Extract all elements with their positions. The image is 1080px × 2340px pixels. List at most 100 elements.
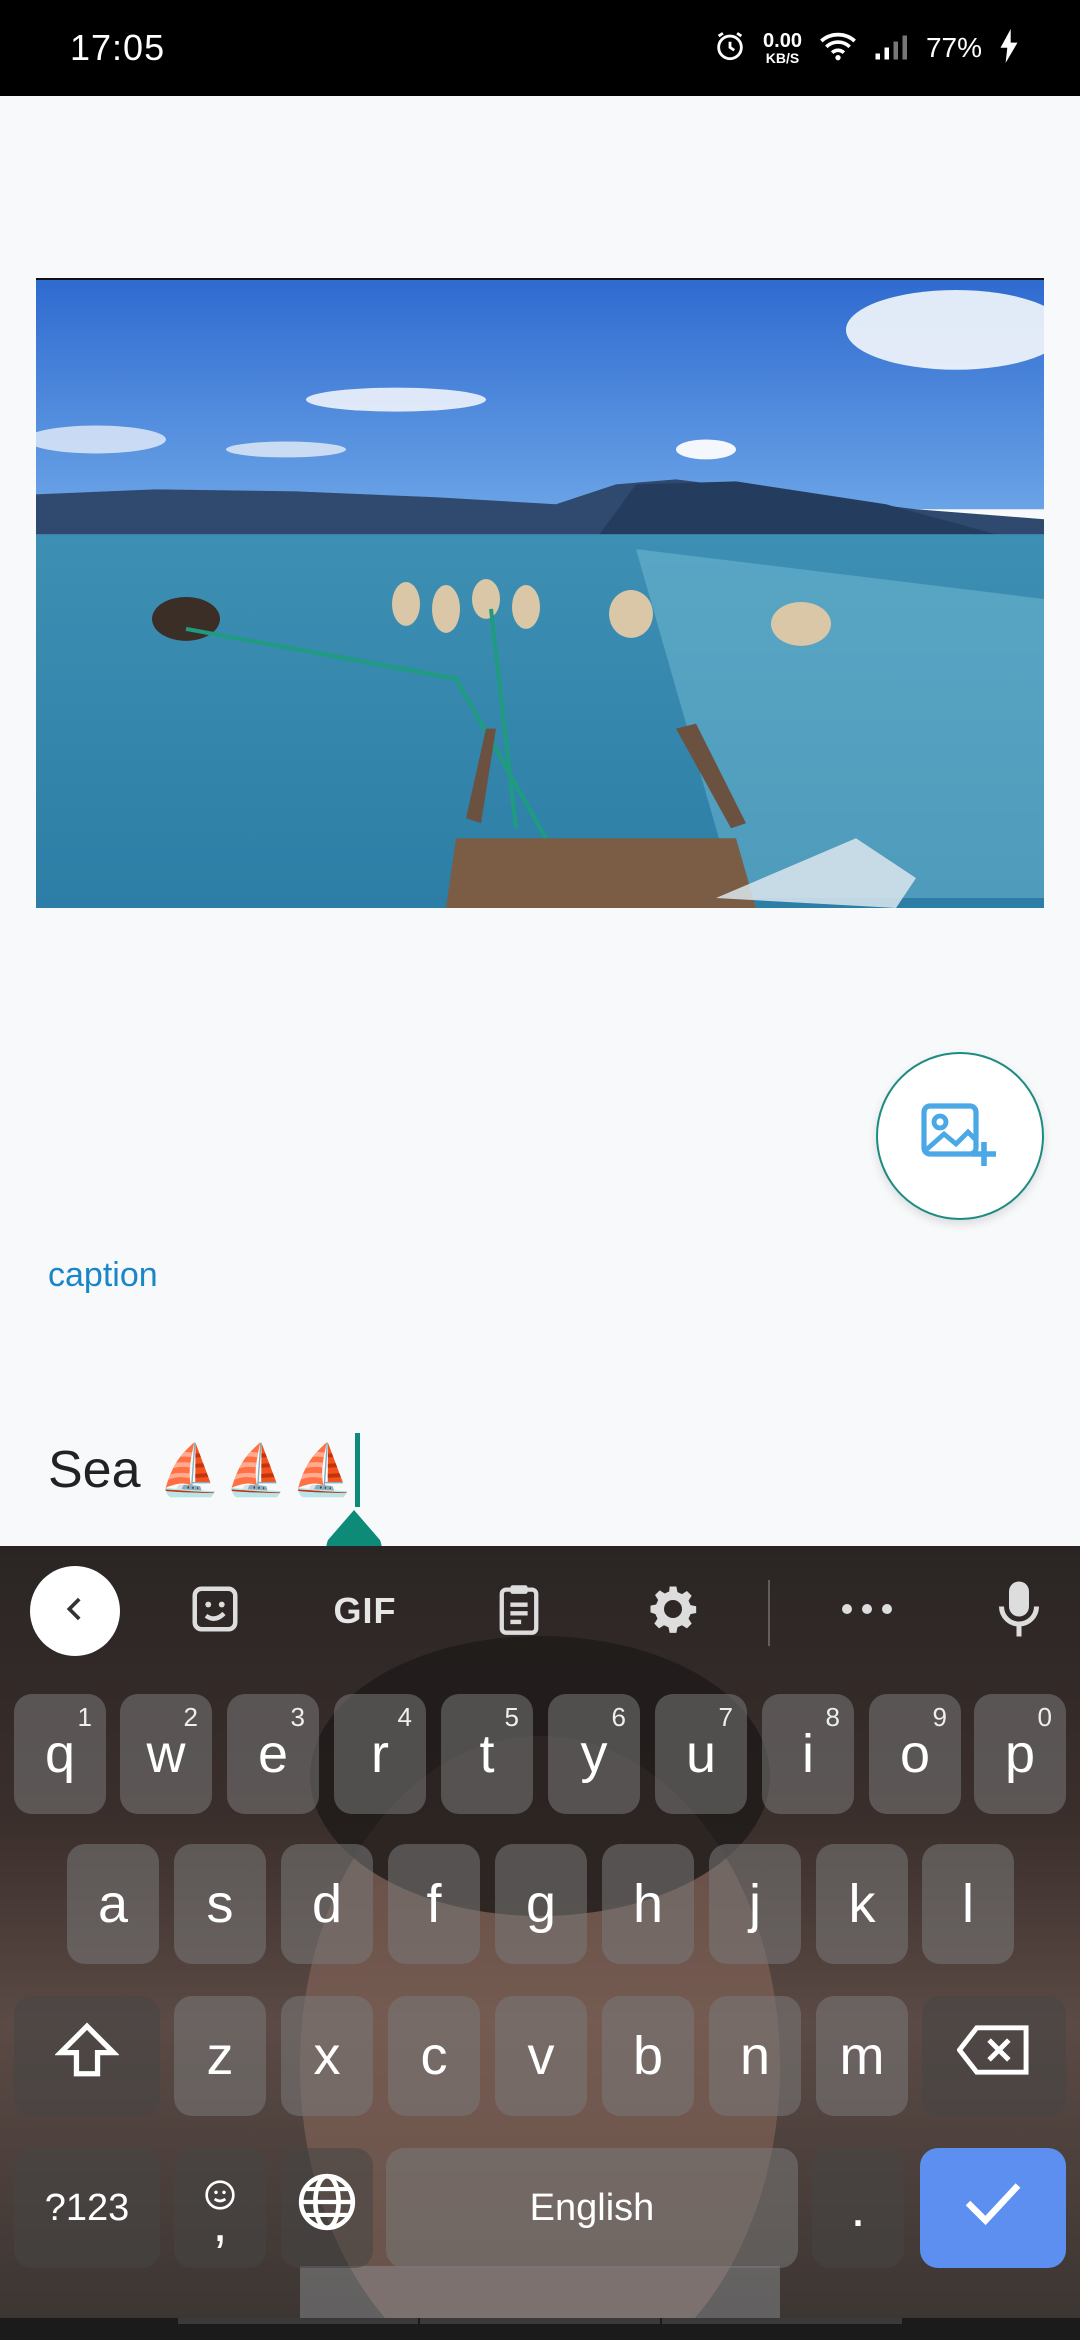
key-w[interactable]: w2 — [120, 1694, 212, 1814]
key-l[interactable]: l — [922, 1844, 1014, 1964]
key-a[interactable]: a — [67, 1844, 159, 1964]
key-hint: 9 — [932, 1702, 947, 1732]
key-s[interactable]: s — [174, 1844, 266, 1964]
alarm-icon — [713, 29, 747, 68]
add-photo-button[interactable] — [876, 1052, 1044, 1220]
key-label: r — [371, 1724, 389, 1784]
shift-icon — [54, 2021, 120, 2092]
key-label: b — [632, 2026, 664, 2086]
key-c[interactable]: c — [388, 1996, 480, 2116]
key-hint: 2 — [183, 1702, 198, 1732]
backspace-icon — [956, 2024, 1031, 2088]
mic-icon — [999, 1579, 1039, 1644]
space-label: English — [529, 2186, 655, 2229]
key-hint: 0 — [1037, 1702, 1052, 1732]
caption-field[interactable]: Sea ⛵ ⛵ ⛵ — [48, 1430, 361, 1510]
back-button[interactable] — [30, 1566, 120, 1656]
key-o[interactable]: o9 — [869, 1694, 961, 1814]
sailboat-emoji: ⛵ — [291, 1441, 354, 1498]
key-label: e — [257, 1724, 289, 1784]
key-x[interactable]: x — [281, 1996, 373, 2116]
key-hint: 1 — [77, 1702, 92, 1732]
key-label: g — [525, 1874, 557, 1934]
key-i[interactable]: i8 — [762, 1694, 854, 1814]
navigation-bar — [0, 2318, 1080, 2340]
key-k[interactable]: k — [816, 1844, 908, 1964]
status-time: 17:05 — [70, 27, 166, 68]
toolbar-divider — [768, 1580, 770, 1646]
caption-text: Sea — [48, 1441, 141, 1499]
key-label: j — [749, 1874, 761, 1934]
net-speed: 0.00 KB/S — [763, 31, 802, 65]
key-r[interactable]: r4 — [334, 1694, 426, 1814]
net-speed-value: 0.00 — [763, 30, 802, 52]
key-label: f — [426, 1874, 442, 1934]
text-cursor — [355, 1433, 361, 1507]
key-label: u — [685, 1724, 717, 1784]
symbols-label: ?123 — [44, 2186, 130, 2229]
period-key[interactable]: . — [812, 2148, 904, 2268]
enter-key[interactable] — [920, 2148, 1066, 2268]
key-label: d — [311, 1874, 343, 1934]
key-p[interactable]: p0 — [974, 1694, 1066, 1814]
settings-button[interactable] — [628, 1566, 718, 1656]
sticker-icon — [188, 1582, 242, 1641]
key-label: y — [580, 1724, 608, 1784]
shift-key[interactable] — [14, 1996, 160, 2116]
back-icon — [58, 1592, 92, 1631]
key-hint: 6 — [611, 1702, 626, 1732]
key-label: v — [527, 2026, 555, 2086]
key-h[interactable]: h — [602, 1844, 694, 1964]
key-n[interactable]: n — [709, 1996, 801, 2116]
photo-preview[interactable] — [36, 278, 1044, 908]
key-label: p — [1004, 1724, 1036, 1784]
clipboard-icon — [493, 1581, 545, 1642]
key-label: a — [97, 1874, 129, 1934]
key-f[interactable]: f — [388, 1844, 480, 1964]
key-v[interactable]: v — [495, 1996, 587, 2116]
key-j[interactable]: j — [709, 1844, 801, 1964]
key-label: s — [206, 1874, 234, 1934]
key-t[interactable]: t5 — [441, 1694, 533, 1814]
globe-icon — [296, 2171, 358, 2246]
comma-emoji-key[interactable]: , — [174, 2148, 266, 2268]
key-b[interactable]: b — [602, 1996, 694, 2116]
key-hint: 4 — [397, 1702, 412, 1732]
key-m[interactable]: m — [816, 1996, 908, 2116]
key-hint: 8 — [825, 1702, 840, 1732]
key-label: n — [739, 2026, 771, 2086]
sailboat-emoji: ⛵ — [158, 1441, 221, 1498]
more-button[interactable] — [822, 1566, 912, 1656]
language-key[interactable] — [281, 2148, 373, 2268]
key-label: m — [839, 2026, 885, 2086]
period-label: . — [850, 2178, 866, 2238]
caption-label: caption — [48, 1256, 158, 1294]
wifi-icon — [818, 29, 858, 68]
key-label: x — [313, 2026, 341, 2086]
gif-button[interactable]: GIF — [320, 1566, 410, 1656]
key-hint: 5 — [504, 1702, 519, 1732]
key-q[interactable]: q1 — [14, 1694, 106, 1814]
key-d[interactable]: d — [281, 1844, 373, 1964]
key-label: c — [420, 2026, 448, 2086]
key-y[interactable]: y6 — [548, 1694, 640, 1814]
keyboard: GIF q 1 w 2 e 3 r 4 t 5 y 6 u 7 i 8 o 9 … — [0, 1546, 1080, 2340]
key-z[interactable]: z — [174, 1996, 266, 2116]
backspace-key[interactable] — [922, 1996, 1066, 2116]
gear-icon — [646, 1582, 700, 1641]
battery-percent: 77% — [925, 32, 982, 63]
sticker-button[interactable] — [170, 1566, 260, 1656]
screen: 17:05 0.00 KB/S 77% caption Sea ⛵ ⛵ ⛵ GI… — [0, 0, 1080, 2340]
key-u[interactable]: u7 — [655, 1694, 747, 1814]
add-photo-icon — [920, 1098, 1000, 1175]
key-g[interactable]: g — [495, 1844, 587, 1964]
gif-label: GIF — [333, 1590, 397, 1631]
space-key[interactable]: English — [386, 2148, 798, 2268]
status-bar: 17:05 0.00 KB/S 77% — [0, 0, 1080, 96]
symbols-key[interactable]: ?123 — [14, 2148, 160, 2268]
key-e[interactable]: e3 — [227, 1694, 319, 1814]
mic-button[interactable] — [974, 1566, 1064, 1656]
status-icons: 0.00 KB/S 77% — [713, 28, 1020, 68]
clipboard-button[interactable] — [474, 1566, 564, 1656]
key-hint: 3 — [290, 1702, 305, 1732]
